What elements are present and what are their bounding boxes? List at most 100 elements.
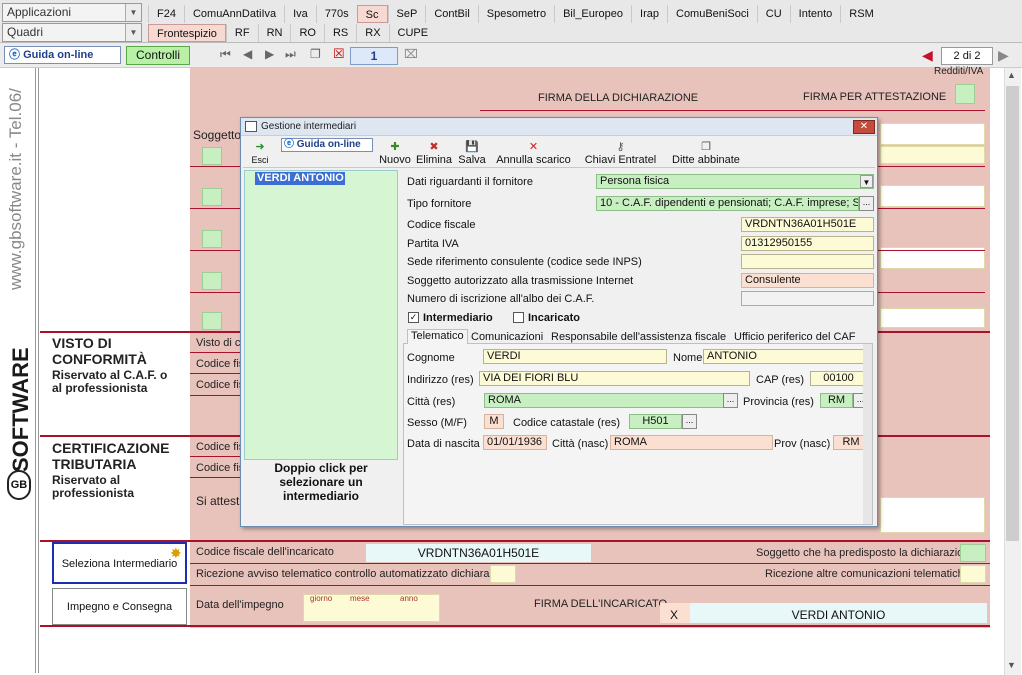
- tab-ro[interactable]: RO: [290, 24, 324, 42]
- delete-page-icon[interactable]: ☒: [333, 46, 345, 62]
- tab-intento[interactable]: Intento: [789, 5, 841, 23]
- tab-comubenisoci[interactable]: ComuBeniSoci: [667, 5, 757, 23]
- nav-first-icon[interactable]: ⏮: [220, 47, 231, 62]
- subtab-ufficio-periferico[interactable]: Ufficio periferico del CAF: [734, 331, 855, 343]
- page-number-input[interactable]: 1: [350, 47, 398, 65]
- citta-field[interactable]: ROMA: [484, 393, 724, 408]
- tab-irap[interactable]: Irap: [631, 5, 667, 23]
- scroll-down-icon[interactable]: ▼: [1007, 660, 1016, 670]
- dialog-guida-button[interactable]: ⓔ Guida on-line: [281, 138, 373, 152]
- seleziona-intermediario-button[interactable]: Seleziona Intermediario: [52, 542, 187, 584]
- provincia-field[interactable]: RM: [820, 393, 853, 408]
- tab-cupe[interactable]: CUPE: [388, 24, 437, 42]
- ricezione-altre-field[interactable]: [960, 565, 986, 583]
- salva-button[interactable]: 💾 Salva: [456, 140, 488, 166]
- soggetto-autorizzato-field[interactable]: Consulente: [741, 273, 874, 288]
- dati-fornitore-select[interactable]: Persona fisica: [596, 174, 874, 189]
- tab-frontespizio[interactable]: Frontespizio: [148, 24, 226, 42]
- list-item[interactable]: VERDI ANTONIO: [255, 172, 345, 185]
- intermediari-list[interactable]: [244, 170, 398, 460]
- dialog-scrollbar[interactable]: [863, 344, 872, 524]
- subtab-comunicazioni[interactable]: Comunicazioni: [471, 331, 543, 343]
- form-field[interactable]: [880, 146, 985, 164]
- nav-next-icon[interactable]: ▶: [265, 47, 274, 61]
- codice-catastale-field[interactable]: H501: [629, 414, 682, 429]
- numero-albo-field[interactable]: [741, 291, 874, 306]
- tab-f24[interactable]: F24: [148, 5, 184, 23]
- form-field[interactable]: [880, 308, 985, 328]
- tab-contbil[interactable]: ContBil: [425, 5, 477, 23]
- indirizzo-field[interactable]: VIA DEI FIORI BLU: [479, 371, 750, 386]
- chevron-down-icon[interactable]: ▼: [860, 175, 873, 188]
- tab-cu[interactable]: CU: [756, 5, 790, 23]
- nav-prev-icon[interactable]: ◀: [243, 47, 252, 61]
- citta-nascita-field[interactable]: ROMA: [610, 435, 773, 450]
- tab-spesometro[interactable]: Spesometro: [477, 5, 554, 23]
- controlli-button[interactable]: Controlli: [126, 46, 190, 65]
- incaricato-checkbox[interactable]: [513, 312, 524, 323]
- data-nascita-field[interactable]: 01/01/1936: [483, 435, 547, 450]
- tab-sc[interactable]: Sc: [356, 5, 388, 23]
- redditi-iva-checkbox[interactable]: [955, 84, 975, 104]
- soggetto-checkbox[interactable]: [202, 188, 222, 206]
- soggetto-predisposto-checkbox[interactable]: [960, 544, 986, 562]
- chiavi-entratel-button[interactable]: ⚷ Chiavi Entratel: [583, 140, 658, 166]
- tab-bil-europeo[interactable]: Bil_Europeo: [554, 5, 631, 23]
- nome-incaricato-value[interactable]: VERDI ANTONIO: [690, 603, 987, 623]
- tipo-fornitore-lookup-button[interactable]: ...: [859, 196, 874, 211]
- tab-rx[interactable]: RX: [356, 24, 388, 42]
- soggetto-checkbox[interactable]: [202, 272, 222, 290]
- guida-online-button[interactable]: ⓔ Guida on-line: [4, 46, 121, 64]
- chevron-down-icon[interactable]: ▼: [125, 4, 141, 21]
- tipo-fornitore-field[interactable]: 10 - C.A.F. dipendenti e pensionati; C.A…: [596, 196, 859, 211]
- tab-770s[interactable]: 770s: [315, 5, 357, 23]
- tab-rsm[interactable]: RSM: [840, 5, 881, 23]
- ditte-abbinate-button[interactable]: ❐ Ditte abbinate: [669, 140, 743, 166]
- tab-iva[interactable]: Iva: [284, 5, 316, 23]
- next-form-icon[interactable]: ▶: [998, 47, 1009, 64]
- close-icon[interactable]: ✕: [853, 120, 875, 134]
- copy-page-icon[interactable]: ❐: [310, 47, 321, 61]
- prev-form-icon[interactable]: ◀: [922, 47, 933, 64]
- elimina-button[interactable]: ✖ Elimina: [415, 140, 453, 166]
- subtab-telematico[interactable]: Telematico: [407, 329, 468, 344]
- sede-inps-field[interactable]: [741, 254, 874, 269]
- soggetto-checkbox[interactable]: [202, 147, 222, 165]
- tab-rn[interactable]: RN: [257, 24, 291, 42]
- nav-last-icon[interactable]: ⏭: [285, 47, 296, 62]
- cap-field[interactable]: 00100: [810, 371, 867, 386]
- soggetto-checkbox[interactable]: [202, 312, 222, 330]
- form-field[interactable]: [880, 185, 985, 207]
- form-field[interactable]: [880, 123, 985, 145]
- esci-button[interactable]: ➜ Esci: [247, 140, 273, 166]
- sesso-field[interactable]: M: [484, 414, 504, 429]
- tab-sep[interactable]: SeP: [387, 5, 426, 23]
- nuovo-button[interactable]: ✚ Nuovo: [378, 140, 412, 166]
- scroll-thumb[interactable]: [1006, 86, 1019, 541]
- tab-rf[interactable]: RF: [225, 24, 258, 42]
- partita-iva-field[interactable]: 01312950155: [741, 236, 874, 251]
- clear-icon[interactable]: ⌧: [404, 47, 418, 61]
- soggetto-checkbox[interactable]: [202, 230, 222, 248]
- ricezione-avviso-field[interactable]: [490, 565, 516, 583]
- catastale-lookup-button[interactable]: ...: [682, 414, 697, 429]
- quadri-dropdown[interactable]: Quadri ▼: [2, 23, 142, 42]
- incaricato-label: Incaricato: [528, 312, 580, 324]
- subtab-responsabile[interactable]: Responsabile dell'assistenza fiscale: [551, 331, 726, 343]
- tab-comuanndatiiva[interactable]: ComuAnnDatiIva: [183, 5, 284, 23]
- intermediario-checkbox[interactable]: ✓: [408, 312, 419, 323]
- cf-incaricato-value[interactable]: VRDNTN36A01H501E: [366, 544, 591, 562]
- applicazioni-dropdown[interactable]: Applicazioni ▼: [2, 3, 142, 22]
- citta-lookup-button[interactable]: ...: [723, 393, 738, 408]
- codice-fiscale-field[interactable]: VRDNTN36A01H501E: [741, 217, 874, 232]
- tab-rs[interactable]: RS: [323, 24, 356, 42]
- firma-incaricato-x[interactable]: X: [660, 603, 690, 623]
- annulla-scarico-button[interactable]: ✕ Annulla scarico: [496, 140, 571, 166]
- chevron-down-icon[interactable]: ▼: [125, 24, 141, 41]
- scroll-up-icon[interactable]: ▲: [1007, 70, 1016, 80]
- impegno-consegna-button[interactable]: Impegno e Consegna: [52, 588, 187, 625]
- form-field[interactable]: [880, 497, 985, 533]
- nome-field[interactable]: ANTONIO: [703, 349, 869, 364]
- list-hint: Doppio click per selezionare un intermed…: [274, 461, 368, 503]
- cognome-field[interactable]: VERDI: [483, 349, 667, 364]
